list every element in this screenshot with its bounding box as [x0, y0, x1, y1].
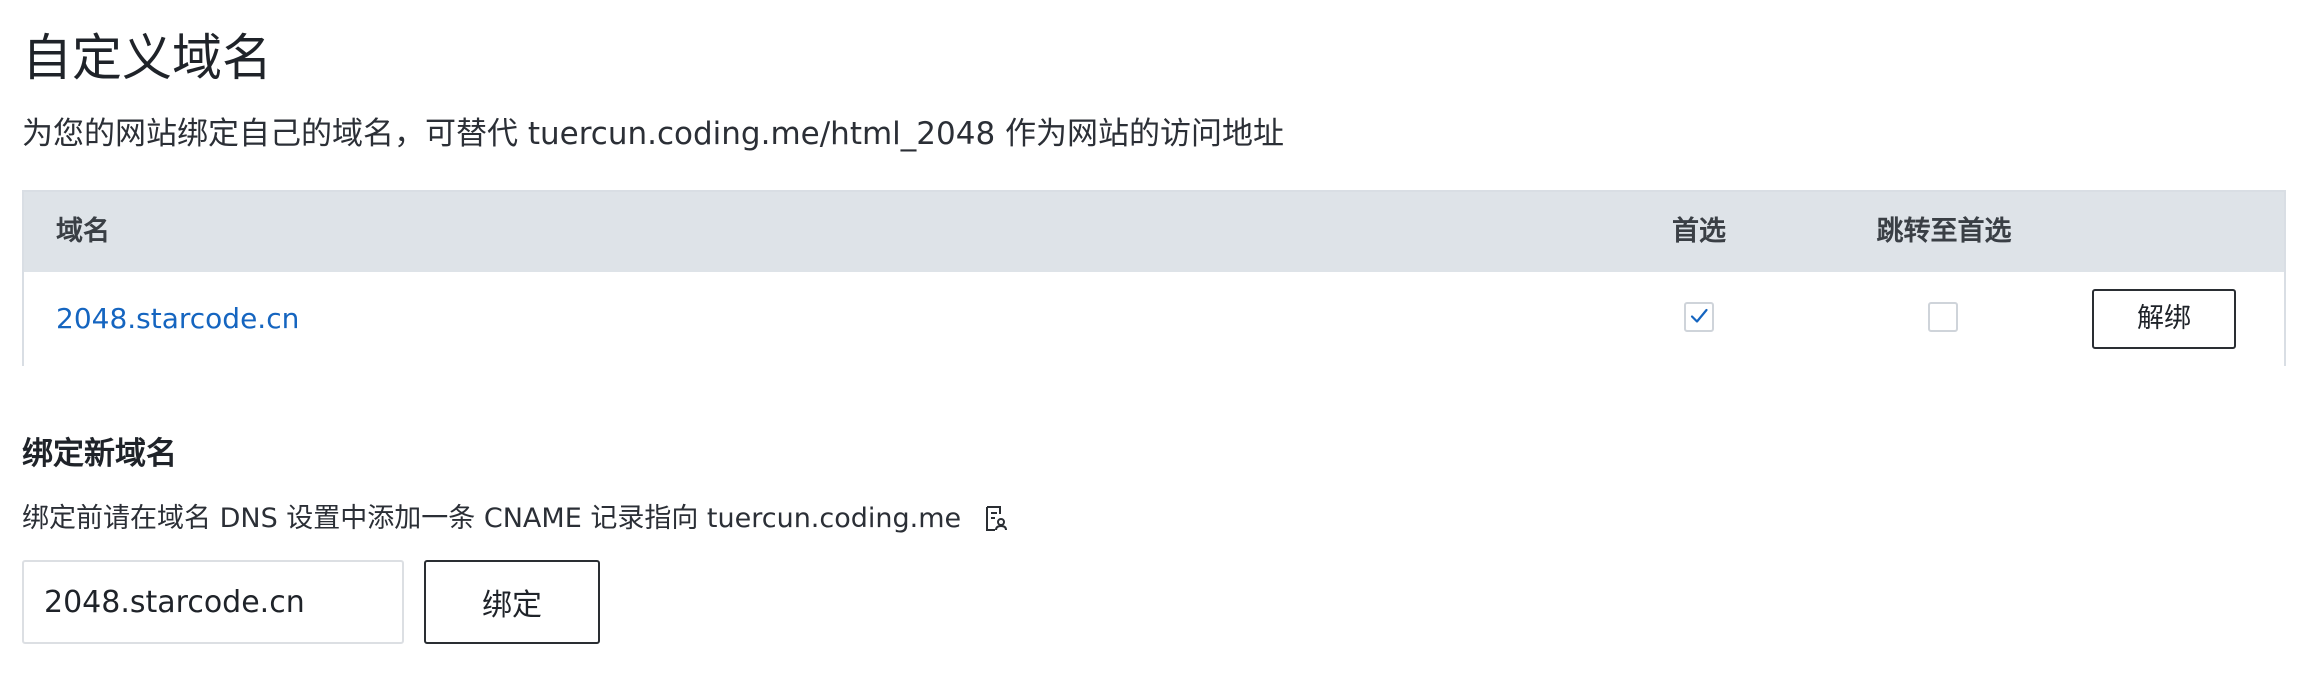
cname-hint-text: 绑定前请在域名 DNS 设置中添加一条 CNAME 记录指向 tuercun.c…: [22, 503, 962, 534]
redirect-to-preferred-checkbox[interactable]: [1928, 302, 1958, 332]
bind-section-hint: 绑定前请在域名 DNS 设置中添加一条 CNAME 记录指向 tuercun.c…: [22, 498, 1009, 540]
table-header: 域名 首选 跳转至首选: [24, 192, 2284, 272]
preferred-checkbox[interactable]: [1684, 302, 1714, 332]
domain-table: 域名 首选 跳转至首选 2048.starcode.cn 解绑: [22, 190, 2286, 366]
unbind-button[interactable]: 解绑: [2092, 289, 2236, 349]
page-description: 为您的网站绑定自己的域名，可替代 tuercun.coding.me/html_…: [22, 116, 1285, 152]
domain-link[interactable]: 2048.starcode.cn: [56, 272, 299, 366]
column-header-preferred: 首选: [1672, 216, 1726, 247]
column-header-redirect: 跳转至首选: [1876, 216, 2012, 247]
new-domain-input[interactable]: [22, 560, 404, 644]
check-icon: [1690, 308, 1708, 323]
column-header-domain: 域名: [56, 216, 110, 247]
copy-icon[interactable]: [983, 505, 1009, 533]
bind-section-title: 绑定新域名: [22, 436, 177, 472]
page-title: 自定义域名: [22, 29, 272, 87]
table-row: 2048.starcode.cn 解绑: [24, 272, 2284, 366]
bind-button[interactable]: 绑定: [424, 560, 600, 644]
